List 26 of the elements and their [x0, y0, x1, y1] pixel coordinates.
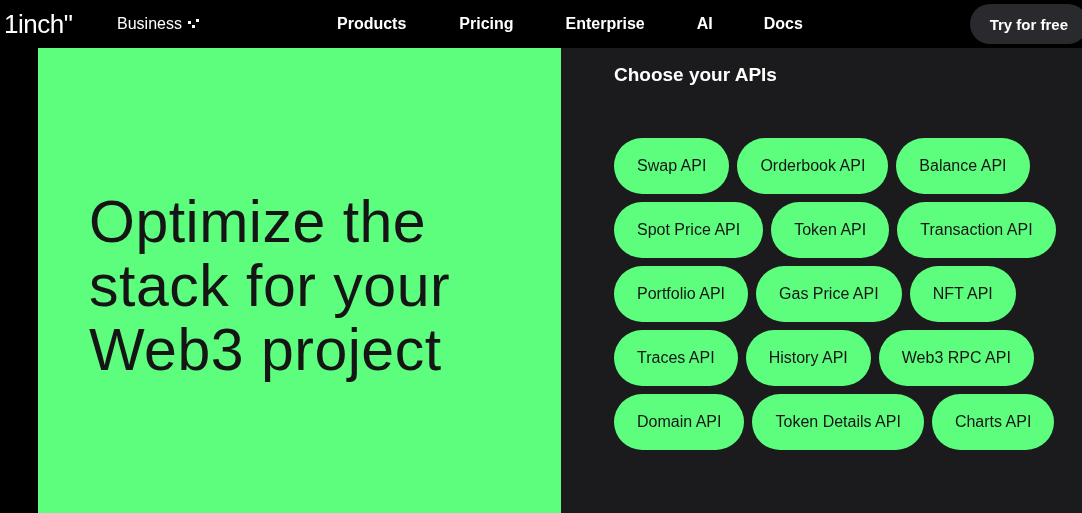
logo[interactable]: 1inch" [4, 8, 117, 40]
business-menu[interactable]: Business [117, 15, 337, 33]
api-pill[interactable]: NFT API [909, 266, 1016, 322]
api-pill[interactable]: Spot Price API [614, 202, 764, 258]
api-pill[interactable]: History API [745, 330, 871, 386]
api-pill[interactable]: Domain API [614, 394, 745, 450]
api-pill[interactable]: Web3 RPC API [878, 330, 1034, 386]
section-title: Choose your APIs [614, 64, 778, 86]
api-pill[interactable]: Balance API [896, 138, 1030, 194]
nav-link[interactable]: Pricing [459, 15, 514, 33]
nav-link[interactable]: Enterprise [565, 15, 645, 33]
api-pill[interactable]: Token Details API [752, 394, 924, 450]
api-pill[interactable]: Gas Price API [756, 266, 902, 322]
api-pill[interactable]: Token API [771, 202, 890, 258]
dots-icon [187, 19, 200, 29]
api-pill[interactable]: Traces API [614, 330, 738, 386]
api-pill[interactable]: Swap API [614, 138, 730, 194]
try-for-free-button[interactable]: Try for free [969, 4, 1082, 44]
api-pill[interactable]: Portfolio API [614, 266, 749, 322]
api-pill[interactable]: Charts API [931, 394, 1055, 450]
nav-link[interactable]: Docs [763, 15, 803, 33]
nav-link[interactable]: AI [696, 15, 713, 33]
api-pill[interactable]: Transaction API [897, 202, 1056, 258]
api-pill[interactable]: Orderbook API [737, 138, 889, 194]
headline: Optimize the stack for your Web3 project [89, 187, 452, 382]
nav-link[interactable]: Products [337, 15, 407, 33]
